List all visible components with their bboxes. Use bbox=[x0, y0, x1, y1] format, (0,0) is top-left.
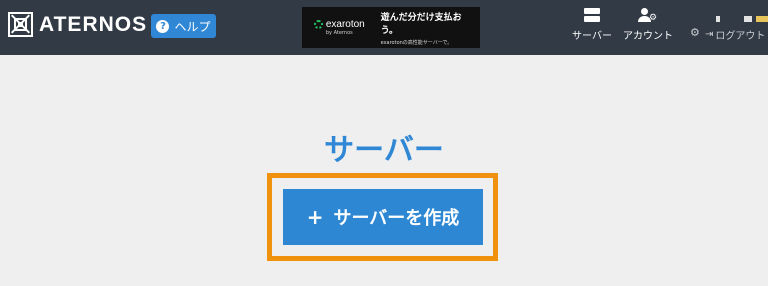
create-server-label: サーバーを作成 bbox=[333, 208, 460, 229]
ad-brand-sub: by Aternos bbox=[325, 30, 353, 36]
plus-icon: + bbox=[306, 205, 324, 229]
nav-account-label: アカウント bbox=[623, 31, 673, 42]
aternos-logo-icon bbox=[8, 12, 33, 37]
question-icon: ? bbox=[156, 19, 170, 33]
aternos-logo[interactable]: ATERNOS bbox=[8, 12, 147, 37]
logout-icon: ⇥ bbox=[705, 29, 714, 40]
gear-icon[interactable]: ⚙ bbox=[690, 26, 700, 39]
brand-name: ATERNOS bbox=[39, 12, 148, 36]
nav-account[interactable]: ⚙ アカウント bbox=[622, 8, 674, 42]
ad-brand: exaroton by Aternos bbox=[308, 19, 371, 36]
exaroton-ad-banner[interactable]: exaroton by Aternos 遊んだ分だけ支払おう。 exaroton… bbox=[302, 7, 480, 48]
ad-copy: 遊んだ分だけ支払おう。 exarotonの高性能サーバーで。 bbox=[381, 10, 474, 46]
nav-servers-label: サーバー bbox=[572, 31, 612, 42]
overlay-fragment bbox=[716, 16, 720, 22]
nav-servers[interactable]: サーバー bbox=[571, 8, 613, 42]
help-button[interactable]: ? ヘルプ bbox=[151, 14, 216, 38]
overlay-fragment bbox=[756, 16, 768, 22]
logout-link[interactable]: ⇥ ログアウト bbox=[705, 27, 765, 42]
user-cog-icon: ⚙ bbox=[638, 8, 658, 23]
exaroton-logo-icon bbox=[313, 20, 323, 29]
server-icon bbox=[584, 8, 600, 22]
logout-label: ログアウト bbox=[715, 31, 766, 42]
page-title: サーバー bbox=[324, 133, 444, 168]
ad-headline: 遊んだ分だけ支払おう。 bbox=[380, 12, 462, 36]
create-server-button[interactable]: + サーバーを作成 bbox=[283, 189, 483, 245]
ad-subline: exarotonの高性能サーバーで。 bbox=[380, 39, 453, 46]
top-navigation-bar: ATERNOS ? ヘルプ exaroton by Aternos 遊んだ分だけ… bbox=[0, 0, 768, 55]
ad-brand-name: exaroton bbox=[325, 19, 365, 30]
overlay-fragment bbox=[744, 16, 752, 22]
help-label: ヘルプ bbox=[174, 19, 211, 34]
